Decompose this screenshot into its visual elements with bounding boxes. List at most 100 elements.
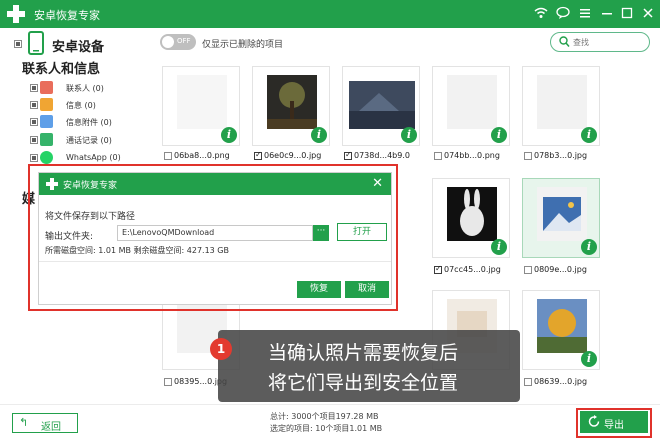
photo-tile[interactable]: i [522,290,600,370]
export-icon [588,415,600,427]
device-checkbox[interactable] [14,40,22,48]
dialog-divider [39,261,391,262]
search-input[interactable] [573,36,643,48]
output-folder-label: 输出文件夹: [45,232,94,242]
selected-items: 选定的项目: 10个项目1.01 MB [270,424,383,433]
tutorial-caption: 1 当确认照片需要恢复后 将它们导出到安全位置 [210,330,520,402]
caption-line-1: 当确认照片需要恢复后 [268,342,459,364]
save-dialog: 安卓恢复专家 ✕ 将文件保存到以下路径 输出文件夹: E:\LenovoQMDo… [38,172,392,305]
info-icon[interactable]: i [221,127,237,143]
photo-thumbnail [267,75,317,129]
feedback-icon[interactable] [556,6,570,20]
back-arrow-icon: ↰ [19,416,29,429]
file-name-item[interactable]: 07cc45...0.jpg [434,264,522,276]
photo-tile[interactable]: i [252,66,330,146]
file-name-item[interactable]: 078b3...0.jpg [524,150,612,162]
photo-tile[interactable]: i [432,66,510,146]
device-label: 安卓设备 [52,40,105,55]
deleted-only-toggle[interactable]: OFF [160,34,196,50]
app-logo-icon [46,178,58,190]
message-icon [40,98,53,111]
file-checkbox[interactable] [254,150,262,160]
file-name-item[interactable]: 0809e...0.jpg [524,264,612,276]
step-badge: 1 [210,338,232,360]
dialog-close-icon[interactable]: ✕ [372,176,383,191]
photo-thumbnail [447,75,497,129]
file-checkbox[interactable] [524,378,532,386]
file-checkbox[interactable] [434,264,442,274]
file-name: 06e0c9...0.jpg [264,151,322,160]
sidebar-item-label: 通话记录 (0) [66,136,112,145]
info-icon[interactable]: i [491,127,507,143]
minimize-icon[interactable] [600,6,614,20]
messages-checkbox[interactable] [30,101,38,109]
export-button[interactable]: 导出 [580,411,648,433]
file-checkbox[interactable] [524,266,532,274]
photo-tile[interactable]: i [342,66,420,146]
app-title: 安卓恢复专家 [34,9,100,22]
file-name: 07cc45...0.jpg [444,265,501,274]
footer-bar: ↰ 返回 总计: 3000个项目197.28 MB 选定的项目: 10个项目1.… [0,404,660,444]
photo-thumbnail [447,187,497,241]
dialog-title: 安卓恢复专家 [63,181,118,191]
phone-icon [28,31,44,55]
file-checkbox[interactable] [164,152,172,160]
search-box[interactable] [550,32,650,52]
close-icon[interactable] [641,6,655,20]
file-name-item[interactable]: 08639...0.jpg [524,376,612,388]
total-items: 总计: 3000个项目197.28 MB [270,412,379,421]
file-name-item[interactable]: 06e0c9...0.jpg [254,150,342,162]
file-name-item[interactable]: 074bb...0.png [434,150,522,162]
whatsapp-checkbox[interactable] [30,154,38,162]
photo-thumbnail [177,75,227,129]
wifi-icon[interactable] [534,6,548,20]
caption-line-2: 将它们导出到安全位置 [268,372,459,394]
sidebar-item-messages[interactable]: 信息 (0) [30,98,150,112]
sidebar-item-label: 信息 (0) [66,101,96,110]
info-icon[interactable]: i [311,127,327,143]
file-name-item[interactable]: 0738d...4b9.0 [344,150,432,162]
call-log-checkbox[interactable] [30,136,38,144]
info-icon[interactable]: i [581,351,597,367]
sidebar-item-attachments[interactable]: 信息附件 (0) [30,115,150,129]
export-button-label: 导出 [604,420,624,431]
photo-thumbnail [349,81,415,129]
info-icon[interactable]: i [581,239,597,255]
sidebar-item-whatsapp[interactable]: WhatsApp (0) [30,151,150,165]
open-button[interactable]: 打开 [337,223,387,241]
photo-tile[interactable]: i [162,66,240,146]
photo-tile[interactable]: i [522,178,600,258]
cancel-button[interactable]: 取消 [345,281,389,298]
file-checkbox[interactable] [344,150,352,160]
file-checkbox[interactable] [434,152,442,160]
contacts-icon [40,81,53,94]
maximize-icon[interactable] [620,6,634,20]
photo-tile[interactable]: i [432,178,510,258]
file-name: 0738d...4b9.0 [354,151,410,160]
file-name-item[interactable]: 06ba8...0.png [164,150,252,162]
file-name: 0809e...0.jpg [534,265,587,274]
sidebar-item-contacts[interactable]: 联系人 (0) [30,81,150,95]
file-checkbox[interactable] [524,152,532,160]
file-name: 078b3...0.jpg [534,151,588,160]
sidebar-item-call-log[interactable]: 通话记录 (0) [30,133,150,147]
menu-icon[interactable] [578,6,592,20]
contacts-checkbox[interactable] [30,84,38,92]
recover-button[interactable]: 恢复 [297,281,341,298]
photo-thumbnail [537,75,587,129]
info-icon[interactable]: i [401,127,417,143]
sidebar-item-label: WhatsApp (0) [66,153,121,162]
attachments-checkbox[interactable] [30,118,38,126]
selection-summary: 总计: 3000个项目197.28 MB 选定的项目: 10个项目1.01 MB [270,411,382,435]
toggle-knob [162,36,174,48]
file-checkbox[interactable] [164,378,172,386]
back-button[interactable]: ↰ 返回 [12,413,78,433]
browse-button[interactable]: ··· [313,225,329,241]
output-path-field[interactable]: E:\LenovoQMDownload [117,225,313,241]
app-logo-icon [7,5,25,23]
info-icon[interactable]: i [581,127,597,143]
back-button-label: 返回 [41,422,61,433]
attachment-icon [40,115,53,128]
photo-tile[interactable]: i [522,66,600,146]
info-icon[interactable]: i [491,239,507,255]
